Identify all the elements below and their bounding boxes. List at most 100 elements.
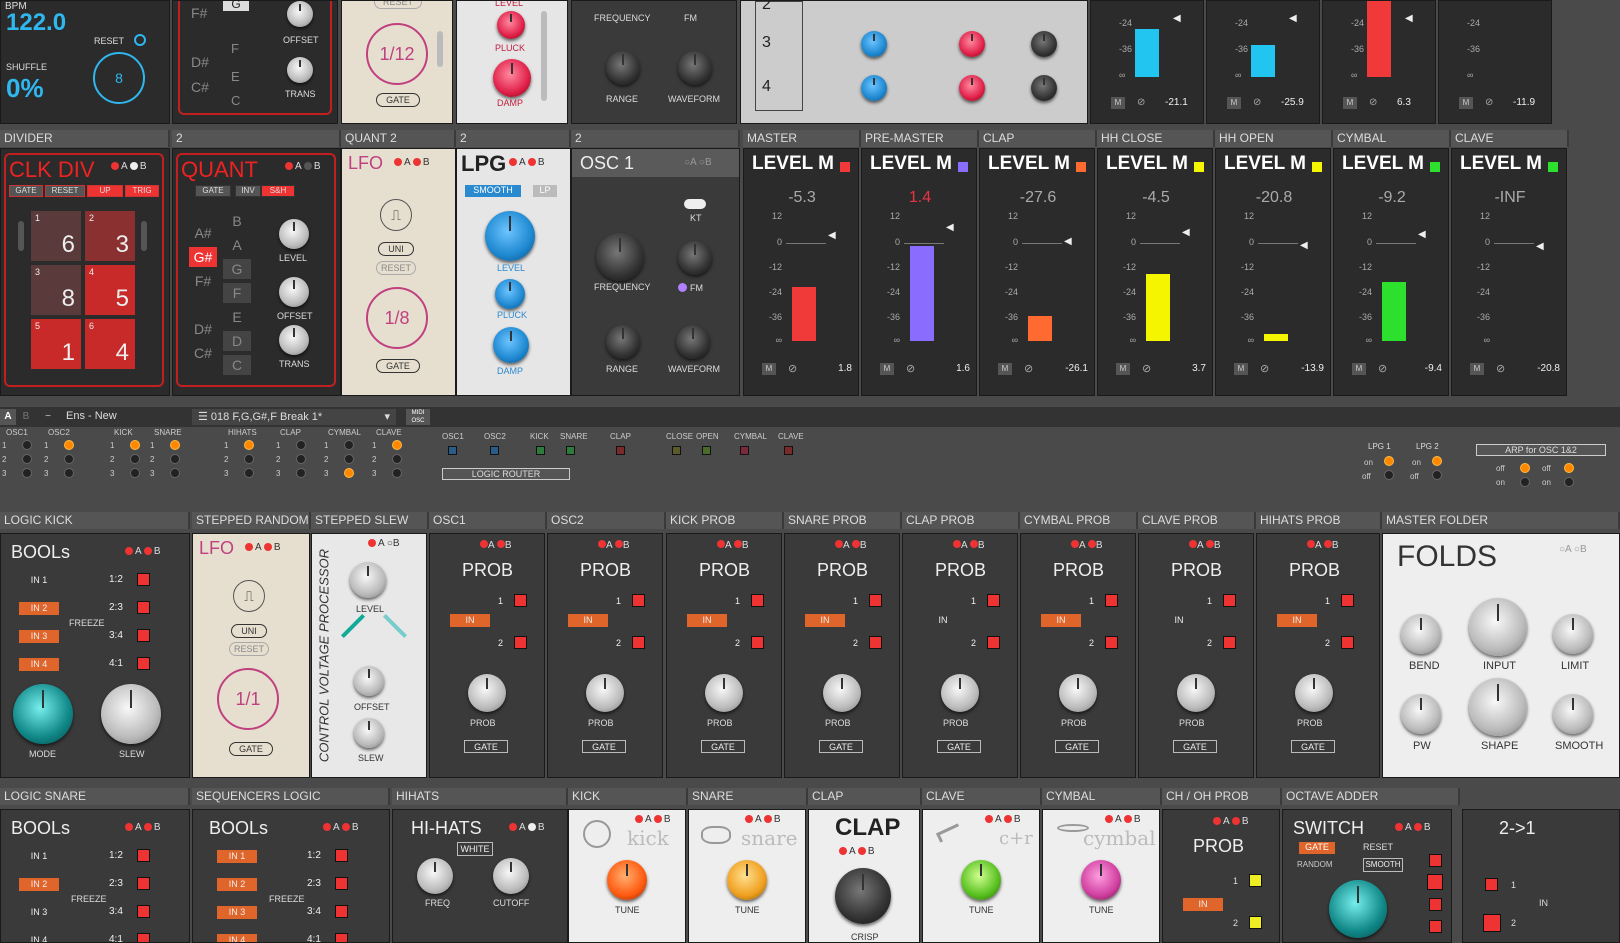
damp-knob[interactable] bbox=[493, 59, 531, 97]
bool-input[interactable]: IN 1 bbox=[19, 850, 59, 863]
out-2-led[interactable] bbox=[514, 636, 527, 649]
frequency-knob[interactable] bbox=[596, 233, 644, 281]
out-1-led[interactable] bbox=[1249, 874, 1262, 887]
midi-osc-button[interactable]: MIDI OSC bbox=[406, 409, 430, 425]
clkdiv-tab[interactable]: RESET bbox=[45, 185, 85, 197]
phase-icon[interactable]: ⊘ bbox=[1378, 362, 1387, 375]
seq-knob-2[interactable] bbox=[861, 75, 887, 101]
peak-marker-icon[interactable]: ◀ bbox=[1405, 13, 1413, 24]
seq-row-2[interactable]: 2 bbox=[762, 1, 771, 14]
bool-input[interactable]: IN 4 bbox=[19, 658, 59, 671]
peak-marker-icon[interactable]: ◀ bbox=[1418, 229, 1426, 240]
bool-led[interactable] bbox=[137, 601, 150, 614]
cutoff-knob[interactable] bbox=[493, 858, 529, 894]
range-knob[interactable] bbox=[606, 325, 640, 359]
slew-knob[interactable] bbox=[101, 684, 161, 744]
router-dot[interactable] bbox=[170, 468, 180, 478]
lpg1-on-dot[interactable] bbox=[1384, 456, 1394, 466]
pluck-knob[interactable] bbox=[495, 279, 525, 309]
note-key[interactable]: F bbox=[223, 283, 251, 303]
note-f[interactable]: F bbox=[231, 41, 239, 56]
note-ds[interactable]: D# bbox=[191, 54, 209, 70]
ab-toggle[interactable]: A B bbox=[285, 161, 321, 172]
gate-button[interactable]: GATE bbox=[937, 740, 981, 753]
clkdiv-tab[interactable]: TRIG bbox=[125, 185, 159, 197]
gate-button[interactable]: GATE bbox=[1173, 740, 1217, 753]
note-key-sharp[interactable]: F# bbox=[189, 271, 217, 291]
router2-dot[interactable] bbox=[702, 446, 711, 455]
damp-knob[interactable] bbox=[493, 327, 529, 363]
router-dot[interactable] bbox=[64, 440, 74, 450]
out-2-led[interactable] bbox=[751, 636, 764, 649]
phase-icon[interactable]: ⊘ bbox=[788, 362, 797, 375]
out-1-led[interactable] bbox=[514, 594, 527, 607]
router-dot[interactable] bbox=[296, 454, 306, 464]
mute-button[interactable]: M bbox=[1459, 97, 1473, 109]
out-2-led[interactable] bbox=[1249, 916, 1262, 929]
router-dot[interactable] bbox=[344, 468, 354, 478]
mute-button[interactable]: M bbox=[1470, 363, 1484, 375]
phase-icon[interactable]: ⊘ bbox=[1142, 362, 1151, 375]
bool-led[interactable] bbox=[335, 877, 348, 890]
clkdiv-cell[interactable]: 23 bbox=[85, 211, 135, 261]
clkdiv-cell[interactable]: 51 bbox=[31, 319, 81, 369]
out-1-led[interactable] bbox=[751, 594, 764, 607]
mode-knob[interactable] bbox=[13, 684, 73, 744]
bool-input[interactable]: IN 3 bbox=[217, 906, 257, 919]
out-1-led[interactable] bbox=[1341, 594, 1354, 607]
peak-marker-icon[interactable]: ◀ bbox=[1536, 241, 1544, 252]
smooth-knob[interactable] bbox=[1553, 694, 1593, 734]
ab-toggle[interactable]: A B bbox=[394, 157, 430, 168]
bypass-icon[interactable] bbox=[382, 613, 408, 639]
uni-button[interactable]: UNI bbox=[231, 624, 267, 638]
router-dot[interactable] bbox=[130, 440, 140, 450]
prob-knob[interactable] bbox=[468, 674, 506, 712]
in-button[interactable]: IN bbox=[1277, 614, 1317, 627]
clkdiv-fader-right[interactable] bbox=[141, 221, 147, 251]
rate-dial[interactable]: 1/1 bbox=[217, 668, 279, 730]
ab-toggle[interactable]: A B bbox=[509, 157, 545, 168]
ab-toggle[interactable]: A B bbox=[111, 161, 147, 172]
white-button[interactable]: WHITE bbox=[457, 842, 493, 856]
kt-toggle[interactable] bbox=[684, 199, 706, 209]
out-2-led[interactable] bbox=[1223, 636, 1236, 649]
peak-marker-icon[interactable]: ◀ bbox=[1182, 227, 1190, 238]
stage-knob[interactable] bbox=[1329, 880, 1387, 938]
adder-led-2[interactable] bbox=[1483, 914, 1501, 932]
out-2-led[interactable] bbox=[632, 636, 645, 649]
router-dot[interactable] bbox=[22, 454, 32, 464]
ab-toggle[interactable]: A B bbox=[839, 846, 875, 857]
freq-knob[interactable] bbox=[417, 858, 453, 894]
note-c[interactable]: C bbox=[231, 93, 240, 108]
router2-dot[interactable] bbox=[672, 446, 681, 455]
clkdiv-cell[interactable]: 38 bbox=[31, 265, 81, 315]
router-dot[interactable] bbox=[244, 468, 254, 478]
phase-icon[interactable]: ⊘ bbox=[1496, 362, 1505, 375]
stage-led-3[interactable] bbox=[1429, 898, 1442, 911]
seq-knob-3[interactable] bbox=[959, 31, 985, 57]
in-button[interactable]: IN bbox=[1159, 614, 1199, 627]
ensemble-name[interactable]: Ens - New bbox=[66, 410, 117, 422]
bool-led[interactable] bbox=[335, 933, 348, 942]
mute-button[interactable]: M bbox=[1111, 97, 1125, 109]
bool-led[interactable] bbox=[137, 849, 150, 862]
in-button[interactable]: IN bbox=[568, 614, 608, 627]
router-dot[interactable] bbox=[392, 454, 402, 464]
note-fs[interactable]: F# bbox=[191, 5, 207, 21]
mute-button[interactable]: M bbox=[1116, 363, 1130, 375]
stage-led-2[interactable] bbox=[1427, 874, 1443, 890]
ab-toggle[interactable]: A B bbox=[985, 814, 1021, 825]
prob-knob[interactable] bbox=[705, 674, 743, 712]
stage-led-4[interactable] bbox=[1429, 920, 1442, 933]
router2-dot[interactable] bbox=[740, 446, 749, 455]
offset-knob[interactable] bbox=[279, 277, 309, 307]
bool-input[interactable]: IN 2 bbox=[19, 878, 59, 891]
bool-led[interactable] bbox=[335, 905, 348, 918]
out-2-led[interactable] bbox=[1105, 636, 1118, 649]
note-key[interactable]: G bbox=[223, 259, 251, 279]
bank-b-button[interactable]: B bbox=[18, 409, 34, 425]
bool-input[interactable]: IN 1 bbox=[19, 574, 59, 587]
in-button[interactable]: IN bbox=[805, 614, 845, 627]
out-2-led[interactable] bbox=[869, 636, 882, 649]
clkdiv-cell[interactable]: 64 bbox=[85, 319, 135, 369]
